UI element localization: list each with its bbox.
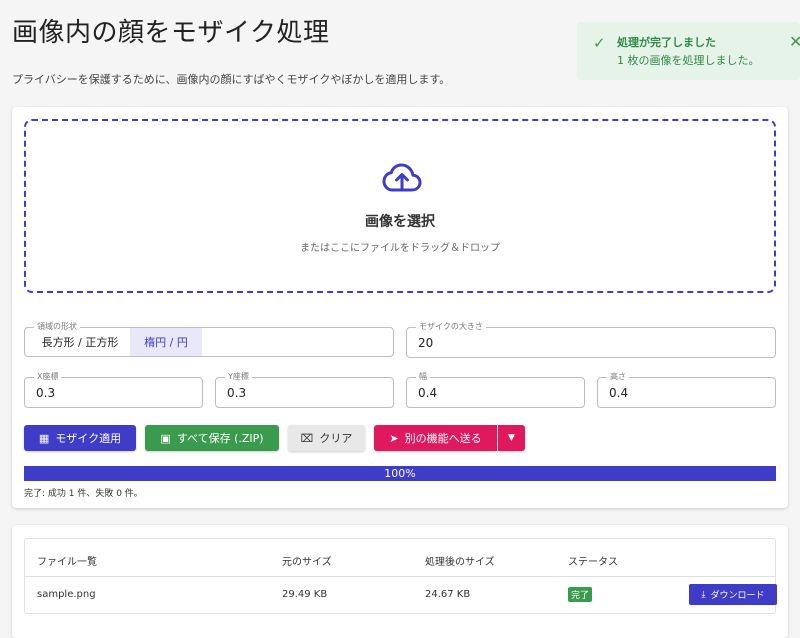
send-to-feature-button[interactable]: ➤ 別の機能へ送る [374, 425, 497, 451]
original-size: 29.49 KB [282, 589, 328, 600]
clear-icon: ⌧ [300, 431, 314, 445]
close-icon[interactable]: ✕ [789, 32, 800, 51]
upload-hint: またはここにファイルをドラッグ＆ドロップ [300, 243, 500, 254]
processed-size: 24.67 KB [425, 589, 471, 600]
toast-title: 処理が完了しました [617, 36, 716, 49]
header-original-size: 元のサイズ [282, 557, 332, 568]
height-field[interactable]: 高さ 0.4 [597, 371, 776, 408]
download-button[interactable]: ⤓ ダウンロード [689, 584, 777, 605]
y-value: 0.3 [227, 385, 247, 400]
apply-mosaic-label: モザイク適用 [55, 432, 122, 445]
page-subtitle: プライバシーを保護するために、画像内の顔にすばやくモザイクやぼかしを適用します。 [12, 73, 451, 86]
apply-mosaic-button[interactable]: ▦ モザイク適用 [24, 425, 136, 451]
send-menu-dropdown-button[interactable]: ▼ [498, 425, 525, 451]
width-field[interactable]: 幅 0.4 [406, 371, 585, 408]
cloud-upload-icon [382, 163, 422, 192]
save-all-label: すべて保存 (.ZIP) [176, 432, 264, 445]
save-all-zip-button[interactable]: ▣ すべて保存 (.ZIP) [145, 425, 279, 451]
shape-option-ellipse[interactable]: 楕円 / 円 [130, 328, 202, 356]
toast-message: 1 枚の画像を処理しました。 [617, 54, 760, 67]
y-coordinate-field[interactable]: Y座標 0.3 [215, 371, 394, 408]
progress-label: 100% [384, 467, 416, 480]
clear-label: クリア [319, 432, 353, 445]
download-icon: ⤓ [701, 589, 706, 600]
height-value: 0.4 [609, 385, 629, 400]
width-value: 0.4 [418, 385, 438, 400]
header-divider [25, 576, 775, 577]
shape-selector: 領域の形状 長方形 / 正方形 楕円 / 円 [24, 321, 394, 357]
mosaic-size-field[interactable]: モザイクの大きさ 20 [406, 321, 776, 358]
shape-option-rectangle[interactable]: 長方形 / 正方形 [29, 328, 131, 356]
send-label: 別の機能へ送る [404, 432, 482, 445]
x-coordinate-field[interactable]: X座標 0.3 [24, 371, 203, 408]
download-label: ダウンロード [710, 591, 765, 601]
success-toast: ✓ 処理が完了しました 1 枚の画像を処理しました。 ✕ [577, 22, 800, 80]
x-value: 0.3 [36, 385, 56, 400]
folder-zip-icon: ▣ [160, 431, 171, 445]
status-text: 完了: 成功 1 件、失敗 0 件。 [24, 489, 143, 499]
page-title: 画像内の顔をモザイク処理 [12, 18, 330, 48]
chevron-down-icon: ▼ [508, 433, 515, 443]
check-icon: ✓ [593, 34, 606, 52]
file-name: sample.png [37, 589, 96, 600]
upload-dropzone[interactable]: 画像を選択 またはここにファイルをドラッグ＆ドロップ [24, 119, 776, 293]
mosaic-size-value: 20 [418, 335, 434, 350]
progress-bar: 100% [24, 466, 776, 481]
upload-title: 画像を選択 [365, 214, 435, 230]
clear-button[interactable]: ⌧ クリア [288, 425, 365, 451]
header-file-list: ファイル一覧 [37, 557, 97, 568]
grid-icon: ▦ [38, 431, 50, 445]
header-status: ステータス [568, 557, 618, 568]
status-badge: 完了 [568, 587, 593, 602]
send-icon: ➤ [389, 431, 399, 445]
file-table: ファイル一覧 元のサイズ 処理後のサイズ ステータス sample.png 29… [24, 538, 777, 614]
header-processed-size: 処理後のサイズ [425, 557, 495, 568]
